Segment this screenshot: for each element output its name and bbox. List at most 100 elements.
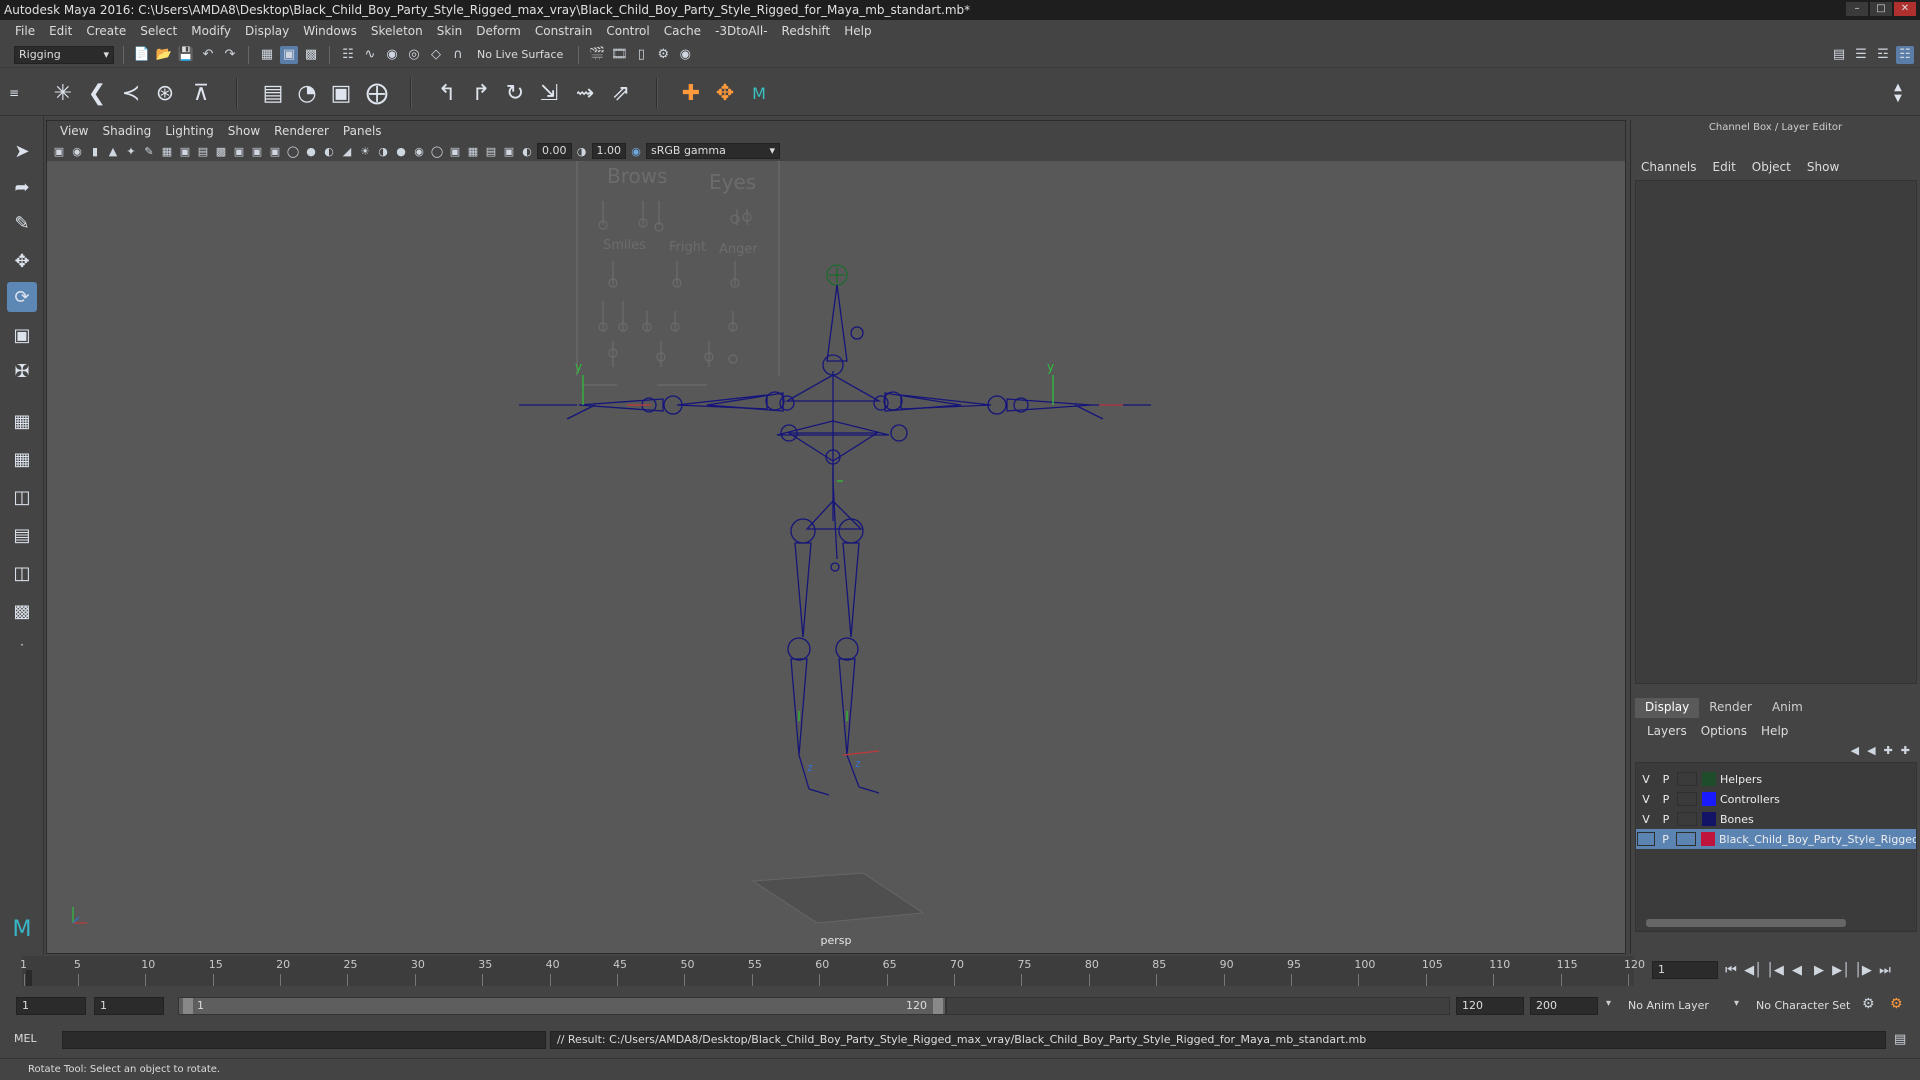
paint-select-icon[interactable]: ✎ <box>7 208 37 238</box>
chevron-down-icon[interactable]: ▾ <box>1734 998 1739 1009</box>
end-time-field[interactable]: 200 <box>1530 997 1598 1015</box>
color-management-icon[interactable]: ◉ <box>628 143 644 159</box>
maximize-button[interactable]: □ <box>1870 2 1892 16</box>
cb-menu-edit[interactable]: Edit <box>1713 160 1736 174</box>
menu-file[interactable]: File <box>8 24 42 38</box>
layer-playback[interactable]: P <box>1656 773 1676 786</box>
step-forward-frame-icon[interactable]: ▶│ <box>1832 961 1850 979</box>
layer-color-swatch[interactable] <box>1702 772 1716 786</box>
new-scene-icon[interactable]: 📄 <box>133 46 151 64</box>
menu-skin[interactable]: Skin <box>430 24 470 38</box>
auto-key-icon[interactable]: ⚙ <box>1862 996 1875 1012</box>
step-forward-key-icon[interactable]: │▶ <box>1854 961 1872 979</box>
scale-tool-icon[interactable]: ▣ <box>7 320 37 350</box>
snap-point-icon[interactable]: ◉ <box>383 46 401 64</box>
grid-icon[interactable]: ▦ <box>159 143 175 159</box>
xray-joints-icon[interactable]: ▤ <box>483 143 499 159</box>
move-layer-up-icon[interactable]: ◀ <box>1851 744 1859 757</box>
layer-display-type[interactable] <box>1676 832 1697 846</box>
layer-color-swatch[interactable] <box>1702 792 1716 806</box>
playback-start-field[interactable]: 1 <box>94 997 164 1015</box>
mirror-joint-icon[interactable]: ≺ <box>116 78 146 108</box>
motion-blur-icon[interactable]: ◉ <box>411 143 427 159</box>
layer-row[interactable]: V P Helpers <box>1636 769 1916 789</box>
current-frame-field[interactable]: 1 <box>1652 961 1718 979</box>
anim-prefs-icon[interactable]: ⚙ <box>1890 996 1903 1012</box>
lasso-tool-icon[interactable]: ➦ <box>7 172 37 202</box>
ambient-occlusion-icon[interactable]: ● <box>393 143 409 159</box>
undo-icon[interactable]: ↶ <box>199 46 217 64</box>
smooth-shade-icon[interactable]: ● <box>303 143 319 159</box>
two-view-icon[interactable]: ◫ <box>7 482 37 512</box>
menu-3dtoall[interactable]: -3DtoAll- <box>708 24 774 38</box>
menu-control[interactable]: Control <box>599 24 656 38</box>
safe-action-icon[interactable]: ▣ <box>249 143 265 159</box>
pole-vector-icon[interactable]: ⇗ <box>606 78 636 108</box>
lights-icon[interactable]: ☀ <box>357 143 373 159</box>
outliner-layout-icon[interactable]: ▤ <box>7 520 37 550</box>
wireframe-icon[interactable]: ◯ <box>285 143 301 159</box>
point-constraint-icon[interactable]: ↱ <box>466 78 496 108</box>
menu-redshift[interactable]: Redshift <box>775 24 838 38</box>
menu-cache[interactable]: Cache <box>657 24 708 38</box>
textured-icon[interactable]: ◢ <box>339 143 355 159</box>
ik-handle-icon[interactable]: ⊼ <box>186 78 216 108</box>
menu-create[interactable]: Create <box>79 24 133 38</box>
maya-tools-icon[interactable]: M <box>744 78 774 108</box>
insert-joint-icon[interactable]: ❮ <box>82 78 112 108</box>
ipr-render-icon[interactable]: ▯ <box>632 46 650 64</box>
layer-visibility[interactable] <box>1637 832 1655 846</box>
bookmark-icon[interactable]: ▮ <box>87 143 103 159</box>
paint-weights-icon[interactable]: ◔ <box>292 78 322 108</box>
vp-menu-lighting[interactable]: Lighting <box>158 124 221 138</box>
le-menu-layers[interactable]: Layers <box>1647 724 1687 738</box>
move-layer-down-icon[interactable]: ◀ <box>1867 744 1875 757</box>
chevron-down-icon[interactable]: ▾ <box>1606 998 1611 1009</box>
2d-pan-icon[interactable]: ✦ <box>123 143 139 159</box>
shelf-menu-icon[interactable]: ≡ <box>6 78 22 108</box>
bind-skin-icon[interactable]: ▤ <box>258 78 288 108</box>
menu-select[interactable]: Select <box>133 24 184 38</box>
current-time-indicator[interactable] <box>26 970 32 986</box>
script-editor-icon[interactable]: ▤ <box>1894 1032 1906 1047</box>
film-gate-icon[interactable]: ▣ <box>177 143 193 159</box>
joint-tool-icon[interactable]: ✳ <box>48 78 78 108</box>
exposure-field[interactable]: 0.00 <box>537 143 572 159</box>
layer-display-type[interactable] <box>1677 772 1697 786</box>
play-backward-icon[interactable]: ◀ <box>1788 961 1806 979</box>
menu-windows[interactable]: Windows <box>296 24 364 38</box>
layer-visibility[interactable]: V <box>1636 793 1656 806</box>
anti-alias-icon[interactable]: ◯ <box>429 143 445 159</box>
cb-menu-channels[interactable]: Channels <box>1641 160 1697 174</box>
gate-mask-icon[interactable]: ▩ <box>213 143 229 159</box>
snap-magnet-icon[interactable]: ∩ <box>449 46 467 64</box>
menu-deform[interactable]: Deform <box>469 24 528 38</box>
orient-joint-icon[interactable]: ⊛ <box>150 78 180 108</box>
locator-icon[interactable]: ✚ <box>676 78 706 108</box>
minimize-button[interactable]: – <box>1846 2 1868 16</box>
xray-icon[interactable]: ▦ <box>465 143 481 159</box>
perspective-viewport[interactable]: Brows Eyes Smiles Fright Anger y y z z p… <box>47 161 1625 953</box>
layer-row[interactable]: V P Bones <box>1636 809 1916 829</box>
menu-constrain[interactable]: Constrain <box>528 24 600 38</box>
cluster-icon[interactable]: ⨁ <box>362 78 392 108</box>
script-language-label[interactable]: MEL <box>14 1032 60 1045</box>
safe-title-icon[interactable]: ▣ <box>267 143 283 159</box>
layer-playback[interactable]: P <box>1656 813 1676 826</box>
vp-menu-show[interactable]: Show <box>221 124 267 138</box>
render-settings-icon[interactable]: ⚙ <box>654 46 672 64</box>
character-set-dropdown[interactable]: No Character Set <box>1756 999 1850 1012</box>
vp-menu-panels[interactable]: Panels <box>336 124 389 138</box>
modeling-toolkit-icon[interactable]: ▤ <box>1830 46 1848 64</box>
layer-playback[interactable]: P <box>1656 793 1676 806</box>
select-hierarchy-icon[interactable]: ▦ <box>258 46 276 64</box>
time-slider-track[interactable]: 1 5 10 15 20 25 30 35 40 45 50 55 60 65 70 75 80 85 90 95 10… <box>20 956 1645 986</box>
tool-settings-icon[interactable]: ☲ <box>1874 46 1892 64</box>
render-frame-icon[interactable]: 🎞 <box>610 46 628 64</box>
layer-color-swatch[interactable] <box>1701 832 1715 846</box>
layer-display-type[interactable] <box>1677 812 1697 826</box>
go-to-end-icon[interactable]: ⏭ <box>1876 961 1894 979</box>
attribute-editor-icon[interactable]: ☰ <box>1852 46 1870 64</box>
layer-row[interactable]: V P Controllers <box>1636 789 1916 809</box>
move-tool-icon[interactable]: ✥ <box>7 246 37 276</box>
